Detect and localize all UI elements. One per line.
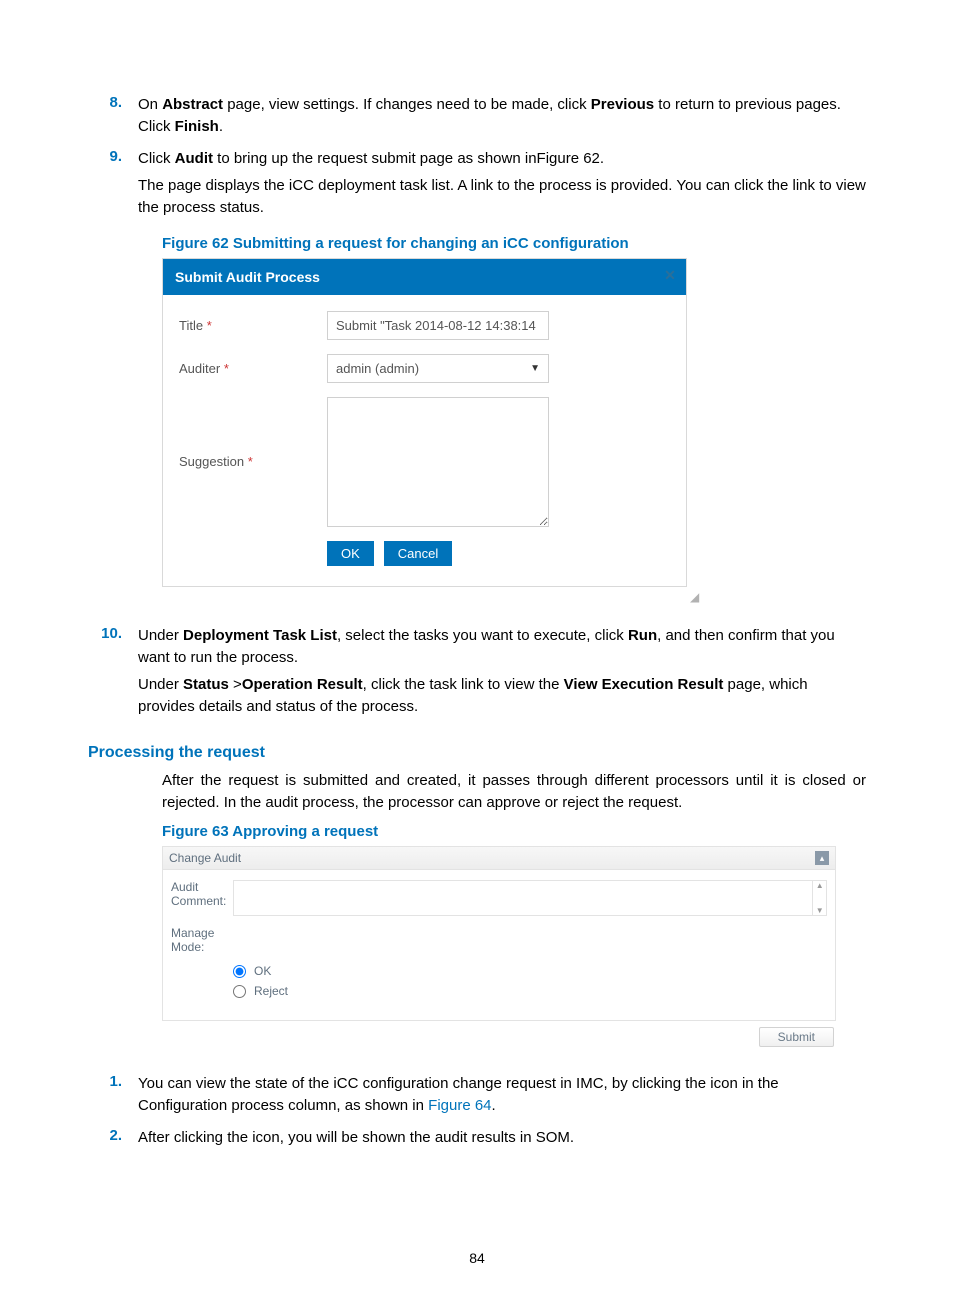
step-number: 8. [88, 94, 138, 144]
change-audit-panel: Change Audit ▴ Audit Comment: ▲ ▼ Manage… [162, 846, 836, 1021]
steps-list-c: 1.You can view the state of the iCC conf… [88, 1073, 866, 1154]
title-input[interactable] [327, 311, 549, 340]
dialog-title: Submit Audit Process [175, 269, 320, 285]
figure-63-caption: Figure 63 Approving a request [162, 823, 866, 840]
chevron-down-icon: ▼ [530, 363, 540, 374]
figure-62-caption: Figure 62 Submitting a request for chang… [162, 235, 866, 252]
step-body: Under Deployment Task List, select the t… [138, 625, 866, 724]
ok-radio-label: OK [254, 964, 271, 978]
close-icon[interactable]: ✕ [662, 267, 678, 283]
processing-paragraph: After the request is submitted and creat… [162, 770, 866, 814]
auditer-select[interactable]: admin (admin) ▼ [327, 354, 549, 383]
panel-title: Change Audit [169, 851, 241, 865]
title-label: Title * [179, 318, 327, 333]
cancel-button[interactable]: Cancel [384, 541, 452, 566]
step-number: 9. [88, 148, 138, 225]
step-number: 2. [88, 1127, 138, 1155]
submit-audit-dialog: Submit Audit Process ✕ Title * Auditer *… [162, 258, 687, 587]
step-body: Click Audit to bring up the request subm… [138, 148, 866, 225]
step-number: 10. [88, 625, 138, 724]
auditer-value: admin (admin) [336, 361, 419, 376]
submit-button[interactable]: Submit [759, 1027, 834, 1047]
audit-comment-textarea[interactable] [233, 880, 813, 916]
resize-grip-icon[interactable]: ◢ [690, 590, 702, 602]
scroll-up-icon: ▲ [813, 881, 826, 890]
dialog-header: Submit Audit Process ✕ [163, 259, 686, 295]
scrollbar[interactable]: ▲ ▼ [813, 880, 827, 916]
step-number: 1. [88, 1073, 138, 1123]
auditer-label: Auditer * [179, 361, 327, 376]
ok-radio[interactable] [233, 965, 246, 978]
reject-radio[interactable] [233, 985, 246, 998]
page-number: 84 [0, 1250, 954, 1266]
steps-list-a: 8.On Abstract page, view settings. If ch… [88, 94, 866, 225]
steps-list-b: 10.Under Deployment Task List, select th… [88, 625, 866, 724]
suggestion-label: Suggestion * [179, 454, 327, 469]
step-body: After clicking the icon, you will be sho… [138, 1127, 866, 1155]
collapse-icon[interactable]: ▴ [815, 851, 829, 865]
processing-request-heading: Processing the request [88, 744, 866, 762]
scroll-down-icon: ▼ [813, 906, 826, 915]
ok-button[interactable]: OK [327, 541, 374, 566]
reject-radio-label: Reject [254, 984, 288, 998]
manage-mode-label: Manage Mode: [171, 926, 233, 954]
audit-comment-label: Audit Comment: [171, 880, 233, 916]
step-body: You can view the state of the iCC config… [138, 1073, 866, 1123]
step-body: On Abstract page, view settings. If chan… [138, 94, 866, 144]
suggestion-textarea[interactable] [327, 397, 549, 527]
